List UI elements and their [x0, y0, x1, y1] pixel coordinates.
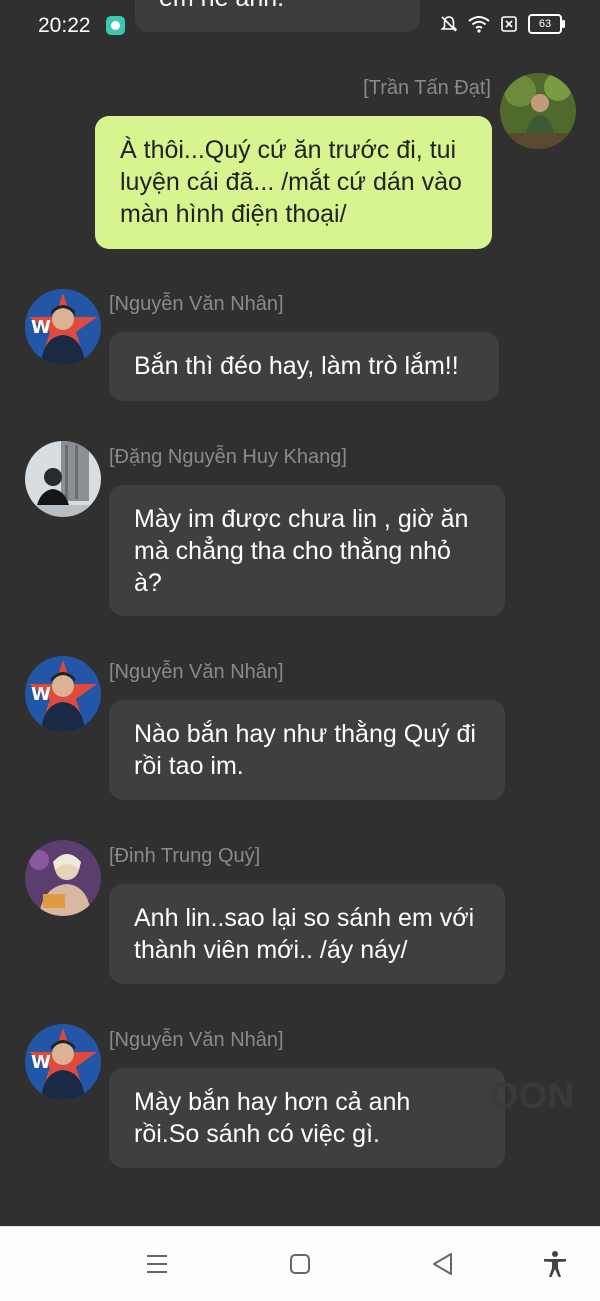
avatar[interactable] — [500, 73, 576, 149]
svg-text:W: W — [31, 1052, 51, 1073]
message-bubble: Mày im được chưa lin , giờ ăn mà chẳng t… — [109, 485, 505, 616]
message-bubble: Nào bắn hay như thằng Quý đi rồi tao im. — [109, 700, 505, 800]
avatar[interactable]: W — [25, 656, 101, 732]
watermark: OON — [490, 1075, 576, 1116]
message-bubble: Bắn thì đéo hay, làm trò lắm!! — [109, 332, 499, 401]
avatar[interactable]: W — [25, 1024, 101, 1100]
battery-icon: 63 — [528, 14, 565, 34]
svg-text:W: W — [31, 317, 51, 338]
bell-muted-icon — [440, 16, 458, 32]
svg-text:W: W — [31, 684, 51, 705]
back-icon[interactable] — [429, 1250, 457, 1278]
message-bubble: Mày bắn hay hơn cả anh rồi.So sánh có vi… — [109, 1068, 505, 1168]
sender-name: [Đặng Nguyễn Huy Khang] — [109, 446, 347, 468]
sender-name: [Nguyễn Văn Nhân] — [109, 1029, 284, 1051]
avatar[interactable]: W — [25, 289, 101, 365]
sender-name: [Trần Tấn Đạt] — [363, 77, 491, 99]
status-time: 20:22 — [38, 14, 91, 37]
sender-name: [Đinh Trung Quý] — [109, 845, 261, 867]
app-notification-icon — [106, 16, 125, 35]
wifi-icon — [468, 16, 490, 33]
message-bubble: Anh lin..sao lại so sánh em với thành vi… — [109, 884, 505, 984]
navigation-bar — [0, 1226, 600, 1301]
status-bar: 20:22 63 — [0, 0, 600, 52]
sender-name: [Nguyễn Văn Nhân] — [109, 661, 284, 683]
home-icon[interactable] — [286, 1250, 314, 1278]
avatar[interactable] — [25, 840, 101, 916]
sender-name: [Nguyễn Văn Nhân] — [109, 293, 284, 315]
message-bubble: À thôi...Quý cứ ăn trước đi, tui luyện c… — [95, 116, 492, 249]
avatar[interactable] — [25, 441, 101, 517]
menu-icon[interactable] — [143, 1250, 171, 1278]
no-sim-icon — [501, 16, 517, 32]
accessibility-icon[interactable] — [541, 1250, 569, 1278]
